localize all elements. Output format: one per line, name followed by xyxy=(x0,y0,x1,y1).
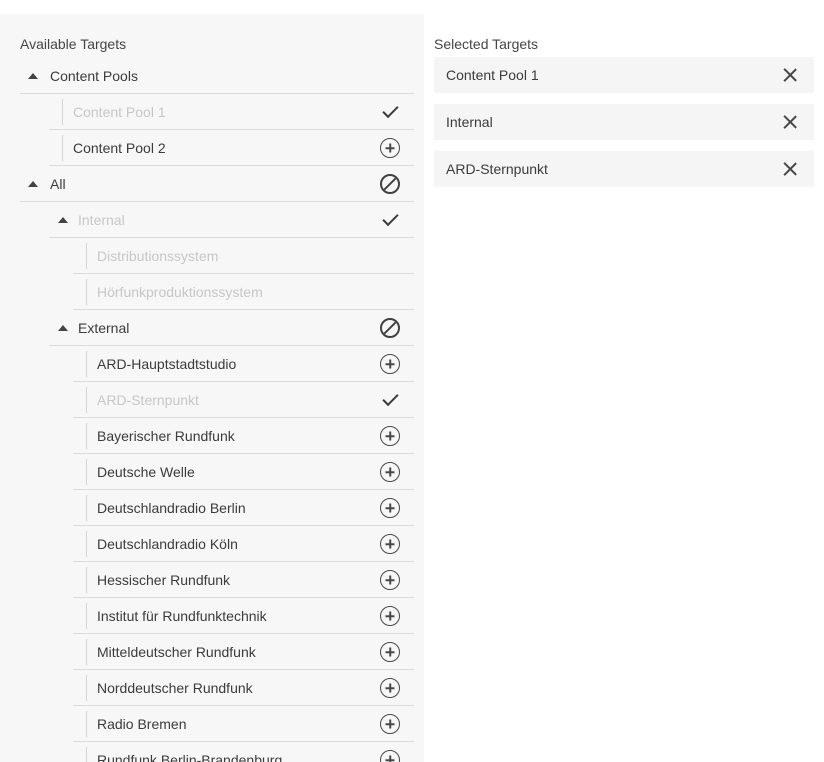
tree-item-label: Distributionssystem xyxy=(97,248,424,264)
tree-item-label: Hessischer Rundfunk xyxy=(97,572,380,588)
selected-targets-title: Selected Targets xyxy=(434,36,824,52)
tree-row[interactable]: Rundfunk Berlin-Brandenburg xyxy=(0,742,424,762)
tree-row[interactable]: Deutschlandradio Köln xyxy=(0,526,424,562)
tree-row[interactable]: Bayerischer Rundfunk xyxy=(0,418,424,454)
add-icon[interactable] xyxy=(380,534,400,554)
tree-guide-line xyxy=(86,603,87,629)
tree-row[interactable]: Deutsche Welle xyxy=(0,454,424,490)
selected-target-label: ARD-Sternpunkt xyxy=(446,161,782,177)
tree-row[interactable]: Institut für Rundfunktechnik xyxy=(0,598,424,634)
tree-item-label: Internal xyxy=(78,212,380,228)
tree-row[interactable]: ARD-Hauptstadtstudio xyxy=(0,346,424,382)
available-targets-tree: Content Pools Content Pool 1 Content Poo… xyxy=(0,58,424,762)
tree-row: Hörfunkproduktionssystem xyxy=(0,274,424,310)
tree-row[interactable]: Internal xyxy=(0,202,424,238)
add-icon[interactable] xyxy=(380,570,400,590)
tree-row[interactable]: Hessischer Rundfunk xyxy=(0,562,424,598)
tree-item-label: Radio Bremen xyxy=(97,716,380,732)
tree-row[interactable]: All xyxy=(0,166,424,202)
tree-item-label: Norddeutscher Rundfunk xyxy=(97,680,380,696)
tree-guide-line xyxy=(86,747,87,762)
tree-row[interactable]: ARD-Sternpunkt xyxy=(0,382,424,418)
tree-row[interactable]: External xyxy=(0,310,424,346)
tree-item-label: Hörfunkproduktionssystem xyxy=(97,284,424,300)
tree-row[interactable]: Radio Bremen xyxy=(0,706,424,742)
selected-target-label: Internal xyxy=(446,114,782,130)
tree-guide-line xyxy=(86,459,87,485)
tree-row: Distributionssystem xyxy=(0,238,424,274)
tree-row[interactable]: Mitteldeutscher Rundfunk xyxy=(0,634,424,670)
selected-target-label: Content Pool 1 xyxy=(446,67,782,83)
tree-guide-line xyxy=(86,351,87,377)
close-icon[interactable] xyxy=(782,114,798,130)
tree-item-label: Deutschlandradio Berlin xyxy=(97,500,380,516)
tree-item-label: Content Pool 2 xyxy=(73,140,380,156)
tree-item-label: External xyxy=(78,320,380,336)
tree-guide-line xyxy=(86,675,87,701)
dual-list-target-picker: Available Targets Content Pools Content … xyxy=(0,0,824,762)
tree-guide-line xyxy=(86,279,87,305)
tree-item-label: Institut für Rundfunktechnik xyxy=(97,608,380,624)
tree-item-label: Deutsche Welle xyxy=(97,464,380,480)
add-icon[interactable] xyxy=(380,606,400,626)
collapse-arrow-icon[interactable] xyxy=(28,181,38,187)
collapse-arrow-icon[interactable] xyxy=(58,325,68,331)
tree-item-label: Content Pools xyxy=(50,68,424,84)
tree-guide-line xyxy=(86,387,87,413)
add-icon[interactable] xyxy=(380,750,400,762)
block-icon[interactable] xyxy=(380,318,400,338)
collapse-arrow-icon[interactable] xyxy=(58,217,68,223)
selected-target-chip: Internal xyxy=(434,104,814,140)
tree-item-label: ARD-Sternpunkt xyxy=(97,392,380,408)
add-icon[interactable] xyxy=(380,642,400,662)
selected-target-chip: Content Pool 1 xyxy=(434,57,814,93)
available-targets-title: Available Targets xyxy=(0,14,424,54)
check-icon[interactable] xyxy=(380,390,400,410)
tree-row[interactable]: Content Pool 2 xyxy=(0,130,424,166)
tree-guide-line xyxy=(86,495,87,521)
tree-item-label: All xyxy=(50,176,380,192)
add-icon[interactable] xyxy=(380,678,400,698)
block-icon[interactable] xyxy=(380,174,400,194)
tree-item-label: Rundfunk Berlin-Brandenburg xyxy=(97,752,380,762)
close-icon[interactable] xyxy=(782,67,798,83)
tree-guide-line xyxy=(86,567,87,593)
add-icon[interactable] xyxy=(380,462,400,482)
tree-item-label: Content Pool 1 xyxy=(73,104,380,120)
tree-row[interactable]: Norddeutscher Rundfunk xyxy=(0,670,424,706)
tree-row[interactable]: Deutschlandradio Berlin xyxy=(0,490,424,526)
tree-guide-line xyxy=(62,99,63,125)
tree-row[interactable]: Content Pool 1 xyxy=(0,94,424,130)
tree-guide-line xyxy=(86,243,87,269)
close-icon[interactable] xyxy=(782,161,798,177)
check-icon[interactable] xyxy=(380,210,400,230)
add-icon[interactable] xyxy=(380,138,400,158)
check-icon[interactable] xyxy=(380,102,400,122)
tree-guide-line xyxy=(86,423,87,449)
add-icon[interactable] xyxy=(380,426,400,446)
tree-guide-line xyxy=(86,639,87,665)
collapse-arrow-icon[interactable] xyxy=(28,73,38,79)
tree-guide-line xyxy=(62,135,63,161)
tree-item-label: ARD-Hauptstadtstudio xyxy=(97,356,380,372)
selected-target-chip: ARD-Sternpunkt xyxy=(434,151,814,187)
available-targets-panel: Available Targets Content Pools Content … xyxy=(0,14,424,762)
tree-item-label: Mitteldeutscher Rundfunk xyxy=(97,644,380,660)
tree-item-label: Bayerischer Rundfunk xyxy=(97,428,380,444)
add-icon[interactable] xyxy=(380,354,400,374)
tree-item-label: Deutschlandradio Köln xyxy=(97,536,380,552)
add-icon[interactable] xyxy=(380,714,400,734)
tree-row[interactable]: Content Pools xyxy=(0,58,424,94)
tree-guide-line xyxy=(86,531,87,557)
selected-targets-panel: Selected Targets Content Pool 1 Internal… xyxy=(424,0,824,762)
add-icon[interactable] xyxy=(380,498,400,518)
tree-guide-line xyxy=(86,711,87,737)
